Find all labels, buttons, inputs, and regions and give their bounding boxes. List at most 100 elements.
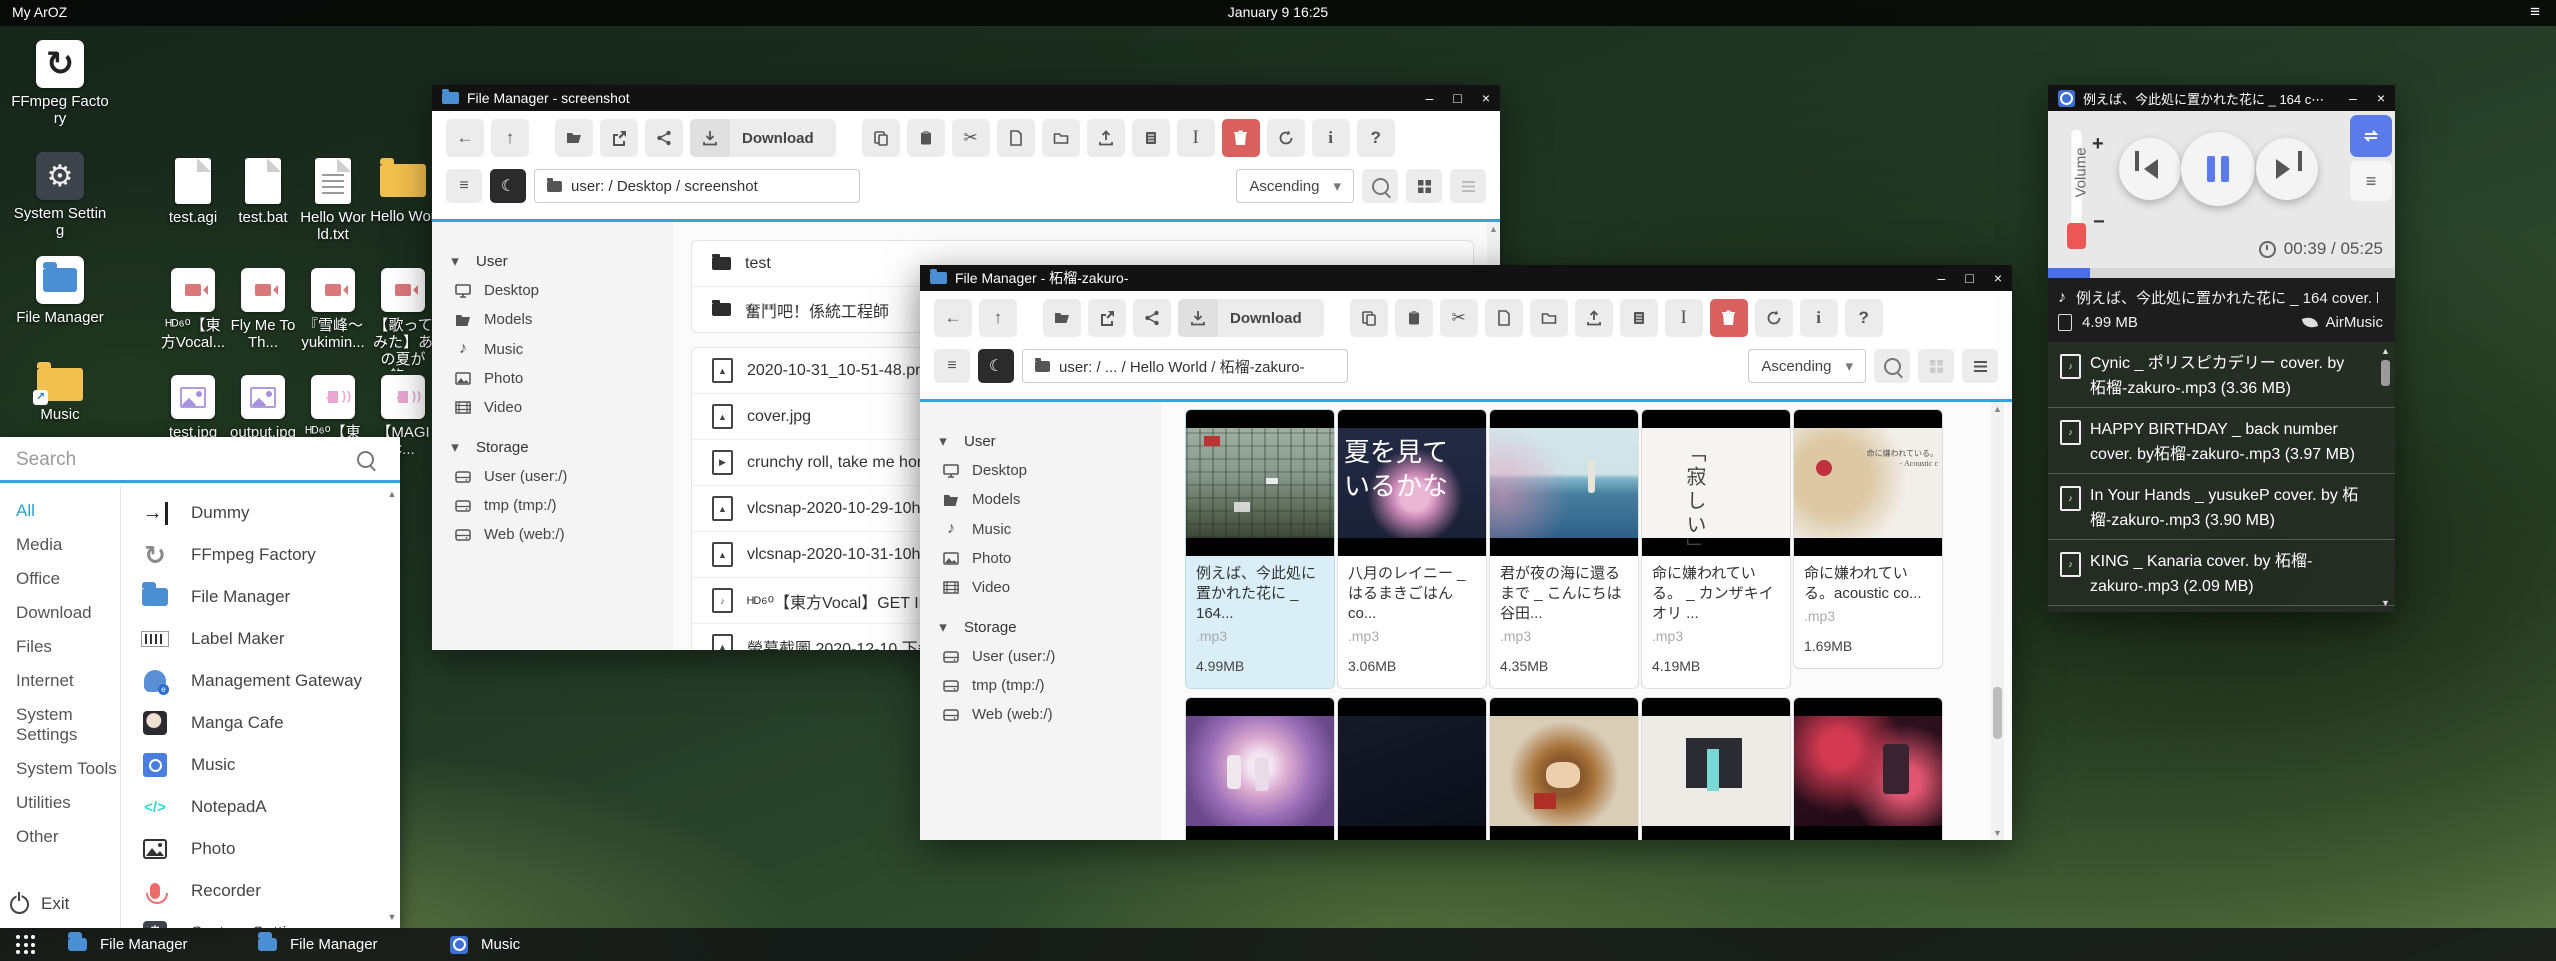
back-button[interactable]: ← [446,119,484,157]
archive-button[interactable] [1620,299,1658,337]
copy-button[interactable] [1350,299,1388,337]
properties-button[interactable]: i [1312,119,1350,157]
playlist-item[interactable]: ♪KING _ Kanaria cover. by 柘榴-zakuro-.mp3… [2048,540,2395,606]
category-system-settings[interactable]: System Settings [0,698,120,752]
refresh-button[interactable] [1755,299,1793,337]
scroll-up-icon[interactable]: ▲ [1487,224,1500,234]
search-button[interactable] [1874,349,1910,383]
desktop-file-video-2[interactable]: Fly Me To Th... [230,268,296,351]
paste-button[interactable] [1395,299,1433,337]
category-utilities[interactable]: Utilities [0,786,120,820]
search-button[interactable] [1362,169,1398,203]
sidebar-item-web-drive[interactable]: Web (web:/) [432,520,673,549]
app-item-dummy[interactable]: → Dummy [121,492,384,534]
app-item-label-maker[interactable]: Label Maker [121,618,384,660]
playlist-item[interactable]: ♪HAPPY BIRTHDAY _ back number cover. by柘… [2048,408,2395,474]
taskbar-item-file-manager-1[interactable]: File Manager [58,928,198,961]
desktop-file-output-jpg[interactable]: output.jpg [230,375,296,441]
exit-button[interactable]: Exit [10,894,69,914]
scrollbar-thumb[interactable] [2381,360,2390,386]
launcher-grid-icon[interactable] [16,935,36,955]
engine-badge[interactable]: AirMusic [2303,314,2383,331]
sidebar-item-desktop[interactable]: Desktop [920,456,1161,485]
back-button[interactable]: ← [934,299,972,337]
open-button[interactable] [555,119,593,157]
rename-button[interactable]: I [1177,119,1215,157]
topbar-menu-icon[interactable]: ≡ [2530,2,2540,22]
help-button[interactable]: ? [1845,299,1883,337]
path-bar[interactable]: user: / Desktop / screenshot [534,169,860,203]
scrollbar-thumb[interactable] [1993,687,2002,739]
playlist-scrollbar[interactable]: ▲ ▼ [2379,346,2392,608]
playlist-button[interactable]: ≡ [2350,161,2392,201]
window-titlebar[interactable]: File Manager - 柘榴-zakuro- – □ × [920,265,2012,291]
sidebar-item-video[interactable]: Video [920,573,1161,602]
desktop-icon-system-setting[interactable]: ⚙ System Setting [10,152,110,239]
volume-slider-handle[interactable] [2067,223,2086,249]
minimize-button[interactable]: – [1938,270,1946,286]
taskbar-item-file-manager-2[interactable]: File Manager [248,928,388,961]
scroll-up-icon[interactable]: ▲ [2379,346,2392,356]
rename-button[interactable]: I [1665,299,1703,337]
maximize-button[interactable]: □ [1965,270,1973,286]
grid-card[interactable]: 君が夜の海に還るまで _ こんにちは谷田... .mp3 4.35MB [1489,409,1639,689]
sidebar-section-user[interactable]: ▾User [920,426,1161,456]
desktop-file-video-1[interactable]: ᴴᴰ⁶⁰【東方Vocal... [160,268,226,351]
scroll-up-icon[interactable]: ▲ [386,489,398,499]
repeat-button[interactable] [2350,115,2392,157]
category-files[interactable]: Files [0,630,120,664]
sort-dropdown[interactable]: Ascending ▾ [1236,169,1354,203]
new-file-button[interactable] [1485,299,1523,337]
sort-dropdown[interactable]: Ascending ▾ [1748,349,1866,383]
desktop-folder-hello-world[interactable]: Hello Wor [370,158,436,225]
close-button[interactable]: × [2377,90,2385,106]
up-button[interactable]: ↑ [491,119,529,157]
download-button[interactable]: Download [690,119,836,157]
close-button[interactable]: × [1994,270,2002,286]
player-titlebar[interactable]: 例えば、今此処に置かれた花に _ 164 c⋯ – × [2048,85,2395,111]
sidebar-item-web-drive[interactable]: Web (web:/) [920,700,1161,729]
desktop-file-hello-world-txt[interactable]: Hello World.txt [300,158,366,243]
app-list-scrollbar[interactable]: ▲ ▼ [386,489,398,922]
playlist-item[interactable]: ♪Cynic _ ポリスピカデリー cover. by 柘榴-zakuro-.m… [2048,342,2395,408]
previous-track-button[interactable] [2119,138,2181,200]
category-all[interactable]: All [0,494,120,528]
sidebar-item-tmp-drive[interactable]: tmp (tmp:/) [432,491,673,520]
cut-button[interactable]: ✂ [1440,299,1478,337]
grid-card[interactable]: 命に嫌われている。 - Acoustic c 命に嫌われている。acoustic… [1793,409,1943,669]
search-bar[interactable] [0,437,400,483]
sidebar-item-models[interactable]: Models [920,485,1161,514]
minimize-button[interactable]: – [1426,90,1434,106]
new-folder-button[interactable] [1530,299,1568,337]
sidebar-toggle-button[interactable]: ≡ [934,349,970,383]
grid-card-selected[interactable]: 例えば、今此処に置かれた花に _ 164... .mp3 4.99MB [1185,409,1335,689]
open-button[interactable] [1043,299,1081,337]
close-button[interactable]: × [1482,90,1490,106]
category-media[interactable]: Media [0,528,120,562]
desktop-file-test-jpg[interactable]: test.jpg [160,375,226,441]
grid-card[interactable]: 「寂しい」 命に嫌われている。 _ カンザキイオリ ... .mp3 4.19M… [1641,409,1791,689]
upload-button[interactable] [1575,299,1613,337]
sidebar-section-storage[interactable]: ▾Storage [920,612,1161,642]
copy-button[interactable] [862,119,900,157]
category-other[interactable]: Other [0,820,120,854]
category-internet[interactable]: Internet [0,664,120,698]
sidebar-item-user-drive[interactable]: User (user:/) [920,642,1161,671]
category-system-tools[interactable]: System Tools [0,752,120,786]
new-folder-button[interactable] [1042,119,1080,157]
new-file-button[interactable] [997,119,1035,157]
up-button[interactable]: ↑ [979,299,1017,337]
share-button[interactable] [645,119,683,157]
share-button[interactable] [1133,299,1171,337]
desktop-icon-file-manager[interactable]: File Manager [10,256,110,326]
grid-card[interactable]: 四季折々に揺蕩い [1185,697,1335,840]
open-new-window-button[interactable] [600,119,638,157]
playlist-item[interactable]: ♪In Your Hands _ yusukeP cover. by 柘榴-za… [2048,474,2395,540]
app-item-management-gateway[interactable]: e Management Gateway [121,660,384,702]
grid-view-button[interactable] [1918,349,1954,383]
delete-button[interactable] [1222,119,1260,157]
grid-card[interactable]: 幽霊東京 _ Ayase [1793,697,1943,840]
sidebar-item-tmp-drive[interactable]: tmp (tmp:/) [920,671,1161,700]
next-track-button[interactable] [2256,138,2318,200]
desktop-file-video-4[interactable]: 【歌ってみた】あの夏が飽... [370,268,436,371]
